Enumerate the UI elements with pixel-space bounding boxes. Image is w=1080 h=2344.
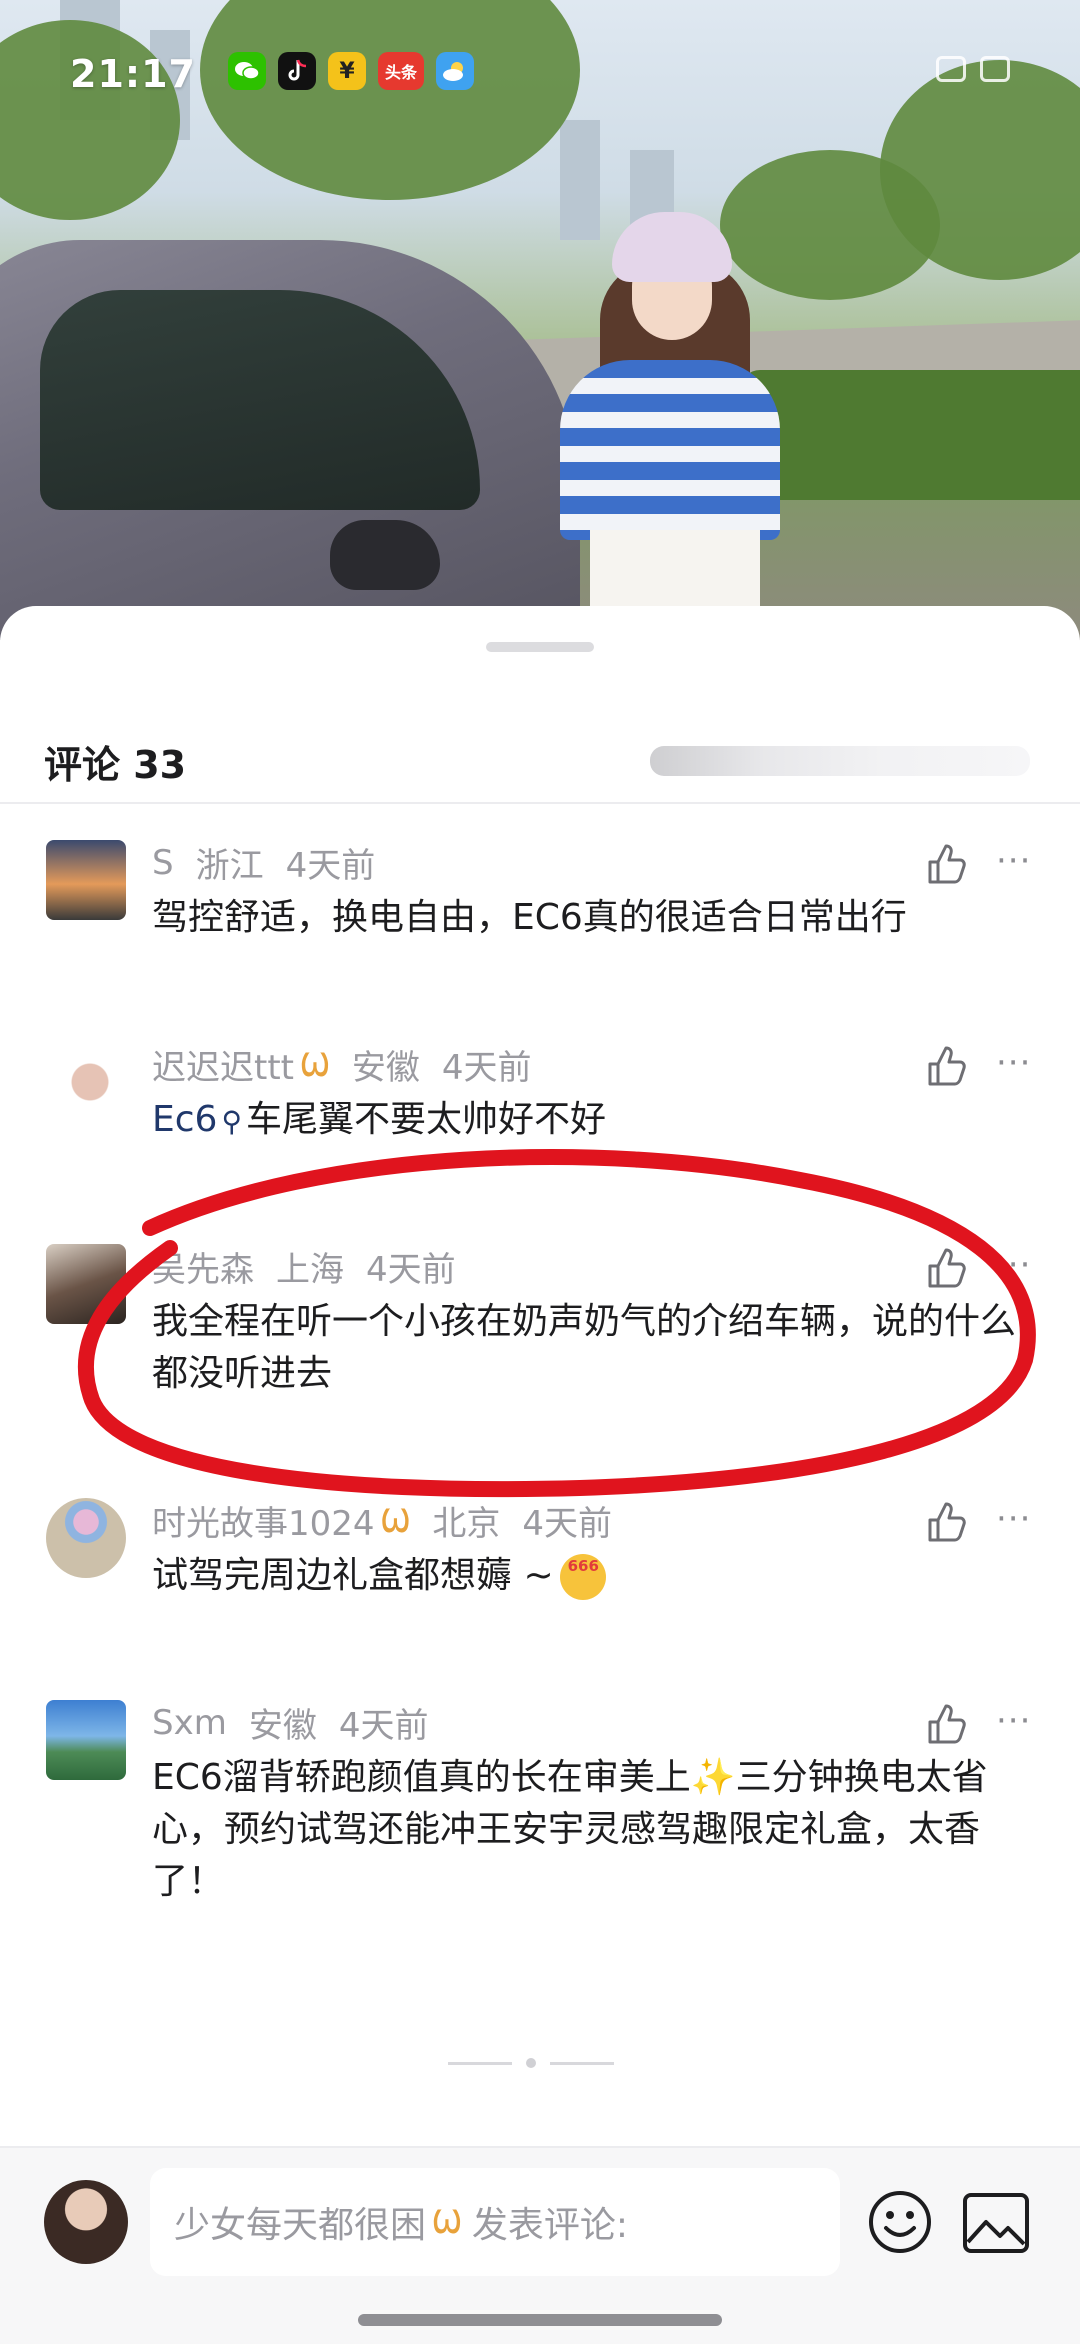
comment-item[interactable]: S 浙江 4天前 驾控舒适，换电自由，EC6真的很适合日常出行 ··· bbox=[0, 836, 1080, 956]
comment-meta: S 浙江 4天前 bbox=[152, 838, 375, 887]
comment-sheet: 评论 33 S 浙江 4天前 驾控舒适，换电自由，EC6真的很适合日常出行 ··… bbox=[0, 606, 1080, 2344]
avatar[interactable] bbox=[46, 1498, 126, 1578]
more-icon[interactable]: ··· bbox=[996, 1046, 1031, 1080]
comment-author[interactable]: 迟迟迟ttt bbox=[152, 1040, 294, 1089]
comment-text-part-a: EC6溜背轿跑颜值真的长在审美上 bbox=[152, 1757, 691, 1798]
comment-time: 4天前 bbox=[285, 846, 376, 886]
comment-author[interactable]: 时光故事1024 bbox=[152, 1496, 375, 1545]
avatar[interactable] bbox=[46, 1042, 126, 1122]
comments-title: 评论 33 bbox=[44, 742, 187, 787]
comment-time: 4天前 bbox=[366, 1250, 456, 1290]
butterfly-badge-icon: Ѡ bbox=[300, 1045, 330, 1084]
more-icon[interactable]: ··· bbox=[996, 844, 1031, 878]
comment-text: EC6溜背轿跑颜值真的长在审美上✨三分钟换电太省心，预约试驾还能冲王安宇灵感驾趣… bbox=[152, 1752, 1032, 1908]
hedge bbox=[740, 370, 1080, 500]
wifi-icon bbox=[936, 56, 966, 82]
comments-header: 评论 33 bbox=[0, 716, 1080, 806]
my-avatar[interactable] bbox=[44, 2180, 128, 2264]
like-icon[interactable] bbox=[922, 1700, 970, 1748]
video-player[interactable]: 21:17 ¥ 头条 bbox=[0, 0, 1080, 640]
more-icon[interactable]: ··· bbox=[996, 1502, 1031, 1536]
status-indicators bbox=[936, 56, 1010, 82]
sparkles-icon: ✨ bbox=[690, 1757, 736, 1798]
home-indicator bbox=[358, 2314, 722, 2326]
smirk-666-emoji-icon bbox=[559, 1540, 606, 1600]
comment-text-body: 车尾翼不要太帅好不好 bbox=[245, 1099, 606, 1140]
battery-icon bbox=[980, 56, 1010, 82]
person-body bbox=[560, 360, 780, 540]
comment-location: 安徽 bbox=[248, 1706, 317, 1746]
comment-author[interactable]: 吴先森 bbox=[152, 1242, 254, 1291]
avatar[interactable] bbox=[46, 840, 126, 920]
status-time: 21:17 bbox=[70, 52, 196, 96]
pager-dot bbox=[526, 2058, 536, 2068]
butterfly-badge-icon: Ѡ bbox=[380, 1501, 411, 1540]
avatar[interactable] bbox=[46, 1244, 126, 1324]
more-icon[interactable]: ··· bbox=[996, 1248, 1031, 1282]
comment-text: 驾控舒适，换电自由，EC6真的很适合日常出行 bbox=[152, 897, 907, 938]
comment-item[interactable]: 迟迟迟ttt Ѡ 安徽 4天前 Ec6 ⚲ 车尾翼不要太帅好不好 ··· bbox=[0, 1038, 1080, 1158]
comment-meta: 吴先森 上海 4天前 bbox=[152, 1242, 456, 1291]
page-indicator bbox=[448, 2058, 614, 2068]
comment-author[interactable]: Sxm bbox=[152, 1703, 227, 1743]
comment-location: 浙江 bbox=[195, 846, 264, 886]
more-icon[interactable]: ··· bbox=[996, 1704, 1031, 1738]
search-icon[interactable]: ⚲ bbox=[221, 1105, 242, 1138]
like-icon[interactable] bbox=[922, 1042, 970, 1090]
header-divider bbox=[0, 802, 1080, 804]
yuan-icon: ¥ bbox=[327, 52, 366, 90]
comment-text: 我全程在听一个小孩在奶声奶气的介绍车辆，说的什么都没听进去 bbox=[152, 1301, 1017, 1394]
search-link[interactable]: Ec6 bbox=[152, 1099, 217, 1140]
avatar[interactable] bbox=[46, 1700, 126, 1780]
comment-meta: Sxm 安徽 4天前 bbox=[152, 1698, 428, 1747]
comment-input-bar: 少女每天都很困 Ѡ 发表评论: bbox=[0, 2146, 1080, 2344]
comment-item[interactable]: Sxm 安徽 4天前 EC6溜背轿跑颜值真的长在审美上✨三分钟换电太省心，预约试… bbox=[0, 1696, 1080, 1916]
comment-time: 4天前 bbox=[441, 1048, 532, 1088]
like-icon[interactable] bbox=[922, 840, 970, 888]
image-icon[interactable] bbox=[962, 2192, 1030, 2254]
comment-author[interactable]: S bbox=[152, 843, 174, 883]
comment-time: 4天前 bbox=[522, 1504, 613, 1544]
comment-item[interactable]: 时光故事1024 Ѡ 北京 4天前 试驾完周边礼盒都想薅 ~ ··· bbox=[0, 1494, 1080, 1614]
tiktok-icon bbox=[277, 52, 316, 90]
blurred-header-content bbox=[650, 746, 1030, 776]
comment-location: 上海 bbox=[276, 1250, 344, 1290]
comment-input[interactable]: 少女每天都很困 Ѡ 发表评论: bbox=[150, 2168, 840, 2276]
butterfly-badge-icon: Ѡ bbox=[432, 2203, 462, 2241]
like-icon[interactable] bbox=[922, 1244, 970, 1292]
pager-line bbox=[550, 2061, 614, 2065]
comment-location: 安徽 bbox=[351, 1048, 420, 1088]
comment-time: 4天前 bbox=[338, 1706, 429, 1746]
toutiao-icon: 头条 bbox=[377, 52, 424, 90]
comment-item[interactable]: 吴先森 上海 4天前 我全程在听一个小孩在奶声奶气的介绍车辆，说的什么都没听进去… bbox=[0, 1240, 1080, 1400]
comment-text-body: 试驾完周边礼盒都想薅 ~ bbox=[152, 1555, 554, 1596]
emoji-icon[interactable] bbox=[866, 2188, 934, 2256]
comment-text: 试驾完周边礼盒都想薅 ~ bbox=[152, 1540, 1032, 1602]
input-placeholder-user: 少女每天都很困 bbox=[174, 2205, 427, 2246]
comment-meta: 时光故事1024 Ѡ 北京 4天前 bbox=[152, 1496, 612, 1545]
comment-location: 北京 bbox=[432, 1504, 501, 1544]
like-icon[interactable] bbox=[922, 1498, 970, 1546]
drag-handle[interactable] bbox=[486, 642, 594, 652]
pager-line bbox=[448, 2061, 512, 2065]
car-mirror bbox=[330, 520, 440, 590]
weather-icon bbox=[435, 52, 474, 90]
comment-text: Ec6 ⚲ 车尾翼不要太帅好不好 bbox=[152, 1094, 1032, 1148]
wechat-icon bbox=[227, 52, 266, 90]
status-bar: 21:17 ¥ 头条 bbox=[0, 0, 1080, 150]
input-placeholder-text: 发表评论: bbox=[471, 2205, 629, 2246]
comment-meta: 迟迟迟ttt Ѡ 安徽 4天前 bbox=[152, 1040, 532, 1089]
